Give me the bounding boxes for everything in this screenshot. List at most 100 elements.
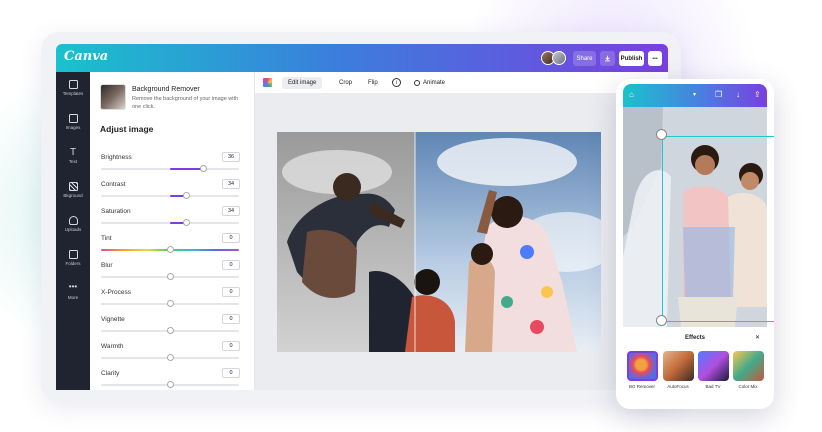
publish-button[interactable]: Publish bbox=[619, 51, 644, 66]
adjust-image-heading: Adjust image bbox=[100, 124, 154, 134]
mobile-top-bar: ⌂ ▾ ❐ ↓ ⇪ bbox=[623, 84, 767, 107]
canva-logo[interactable]: Canva bbox=[64, 49, 108, 64]
sidebar-item-templates[interactable]: Templates bbox=[56, 80, 90, 96]
slider-warmth: Warmth 0 bbox=[90, 341, 254, 368]
sidebar-item-label: Folders bbox=[65, 261, 81, 266]
slider-track[interactable] bbox=[101, 300, 239, 307]
sidebar-item-label: More bbox=[67, 295, 79, 300]
slider-label: X-Process bbox=[101, 289, 131, 296]
sidebar-item-label: Uploads bbox=[64, 227, 82, 232]
collaborator-avatars[interactable] bbox=[541, 51, 566, 65]
slider-handle[interactable] bbox=[166, 381, 174, 388]
left-sidebar: Templates Images T Text Bkground Uploads … bbox=[56, 72, 90, 390]
avatar[interactable] bbox=[552, 51, 566, 65]
slider-value-input[interactable]: 34 bbox=[222, 206, 240, 216]
selection-box[interactable] bbox=[662, 136, 774, 322]
sidebar-item-folders[interactable]: Folders bbox=[56, 250, 90, 266]
slider-handle[interactable] bbox=[182, 192, 190, 199]
edited-photo[interactable] bbox=[277, 132, 601, 352]
slider-vignette: Vignette 0 bbox=[90, 314, 254, 341]
sidebar-item-text[interactable]: T Text bbox=[56, 147, 90, 165]
text-icon: T bbox=[69, 147, 77, 158]
animate-button[interactable]: Animate bbox=[414, 77, 445, 89]
mobile-preview: ⌂ ▾ ❐ ↓ ⇪ Effects ✕ BG Remover AutoFocus bbox=[616, 79, 774, 409]
sidebar-item-label: Images bbox=[65, 125, 81, 130]
adjust-panel: Background Remover Remove the background… bbox=[90, 72, 255, 390]
slider-track[interactable] bbox=[101, 381, 239, 388]
sidebar-item-uploads[interactable]: Uploads bbox=[56, 216, 90, 232]
slider-contrast: Contrast 34 bbox=[90, 179, 254, 206]
slider-handle[interactable] bbox=[166, 327, 174, 334]
more-options-button[interactable]: ••• bbox=[648, 51, 662, 66]
slider-tint: Tint 0 bbox=[90, 233, 254, 260]
slider-blur: Blur 0 bbox=[90, 260, 254, 287]
background-remover-title[interactable]: Background Remover bbox=[132, 86, 200, 93]
photo-people-sky bbox=[277, 132, 601, 352]
slider-handle[interactable] bbox=[166, 354, 174, 361]
color-picker-button[interactable] bbox=[263, 78, 272, 87]
folder-icon bbox=[68, 250, 78, 259]
animate-icon bbox=[414, 80, 420, 86]
share-button[interactable]: Share bbox=[573, 51, 596, 66]
slider-handle[interactable] bbox=[166, 246, 174, 253]
sidebar-item-images[interactable]: Images bbox=[56, 114, 90, 130]
slider-value-input[interactable]: 36 bbox=[222, 152, 240, 162]
background-remover-thumbnail[interactable] bbox=[100, 84, 126, 110]
slider-value-input[interactable]: 0 bbox=[222, 341, 240, 351]
sidebar-item-more[interactable]: ••• More bbox=[56, 282, 90, 301]
slider-label: Vignette bbox=[101, 316, 125, 323]
slider-track[interactable] bbox=[101, 354, 239, 361]
slider-label: Warmth bbox=[101, 343, 124, 350]
effect-autofocus[interactable] bbox=[663, 351, 694, 381]
slider-value-input[interactable]: 0 bbox=[222, 368, 240, 378]
effects-panel: Effects ✕ BG Remover AutoFocus Bad TV Co… bbox=[623, 327, 767, 405]
slider-handle[interactable] bbox=[199, 165, 207, 172]
slider-value-input[interactable]: 0 bbox=[222, 260, 240, 270]
slider-value-input[interactable]: 0 bbox=[222, 287, 240, 297]
crop-button[interactable]: Crop bbox=[339, 77, 352, 89]
close-icon[interactable]: ✕ bbox=[755, 334, 760, 341]
effect-bg-remover[interactable] bbox=[627, 351, 658, 381]
sidebar-item-label: Templates bbox=[62, 91, 84, 96]
slider-handle[interactable] bbox=[166, 273, 174, 280]
home-icon[interactable]: ⌂ bbox=[629, 90, 634, 99]
slider-value-input[interactable]: 0 bbox=[222, 314, 240, 324]
slider-label: Contrast bbox=[101, 181, 126, 188]
slider-x-process: X-Process 0 bbox=[90, 287, 254, 314]
more-icon: ••• bbox=[68, 282, 78, 291]
animate-label: Animate bbox=[423, 80, 446, 86]
slider-brightness: Brightness 36 bbox=[90, 152, 254, 179]
slider-track[interactable] bbox=[101, 219, 239, 226]
upload-icon bbox=[68, 216, 78, 225]
slider-value-input[interactable]: 0 bbox=[222, 233, 240, 243]
slider-label: Brightness bbox=[101, 154, 132, 161]
background-remover-description: Remove the background of your image with… bbox=[132, 96, 239, 110]
slider-value-input[interactable]: 34 bbox=[222, 179, 240, 189]
chevron-down-icon[interactable]: ▾ bbox=[693, 91, 696, 98]
slider-clarity: Clarity 0 bbox=[90, 368, 254, 390]
sidebar-item-background[interactable]: Bkground bbox=[56, 182, 90, 198]
download-icon[interactable]: ↓ bbox=[736, 90, 740, 99]
download-button[interactable] bbox=[600, 51, 615, 66]
edit-image-button[interactable]: Edit image bbox=[282, 77, 323, 89]
slider-track[interactable] bbox=[101, 273, 239, 280]
layers-icon[interactable]: ❐ bbox=[715, 90, 722, 99]
background-icon bbox=[68, 182, 78, 191]
slider-handle[interactable] bbox=[182, 219, 190, 226]
sidebar-item-label: Bkground bbox=[63, 193, 83, 198]
effect-color-mix[interactable] bbox=[733, 351, 764, 381]
slider-track[interactable] bbox=[101, 246, 239, 253]
effect-bad-tv[interactable] bbox=[698, 351, 729, 381]
slider-track[interactable] bbox=[101, 327, 239, 334]
slider-track[interactable] bbox=[101, 165, 239, 172]
flip-button[interactable]: Flip bbox=[368, 77, 378, 89]
slider-handle[interactable] bbox=[166, 300, 174, 307]
slider-track[interactable] bbox=[101, 192, 239, 199]
image-icon bbox=[68, 114, 78, 123]
effects-title: Effects bbox=[684, 335, 705, 341]
resize-handle-bottom-left[interactable] bbox=[656, 315, 667, 326]
share-icon[interactable]: ⇪ bbox=[754, 90, 761, 99]
effect-label: BG Remover bbox=[628, 384, 655, 389]
info-icon[interactable]: i bbox=[392, 78, 401, 87]
resize-handle-top-left[interactable] bbox=[656, 129, 667, 140]
